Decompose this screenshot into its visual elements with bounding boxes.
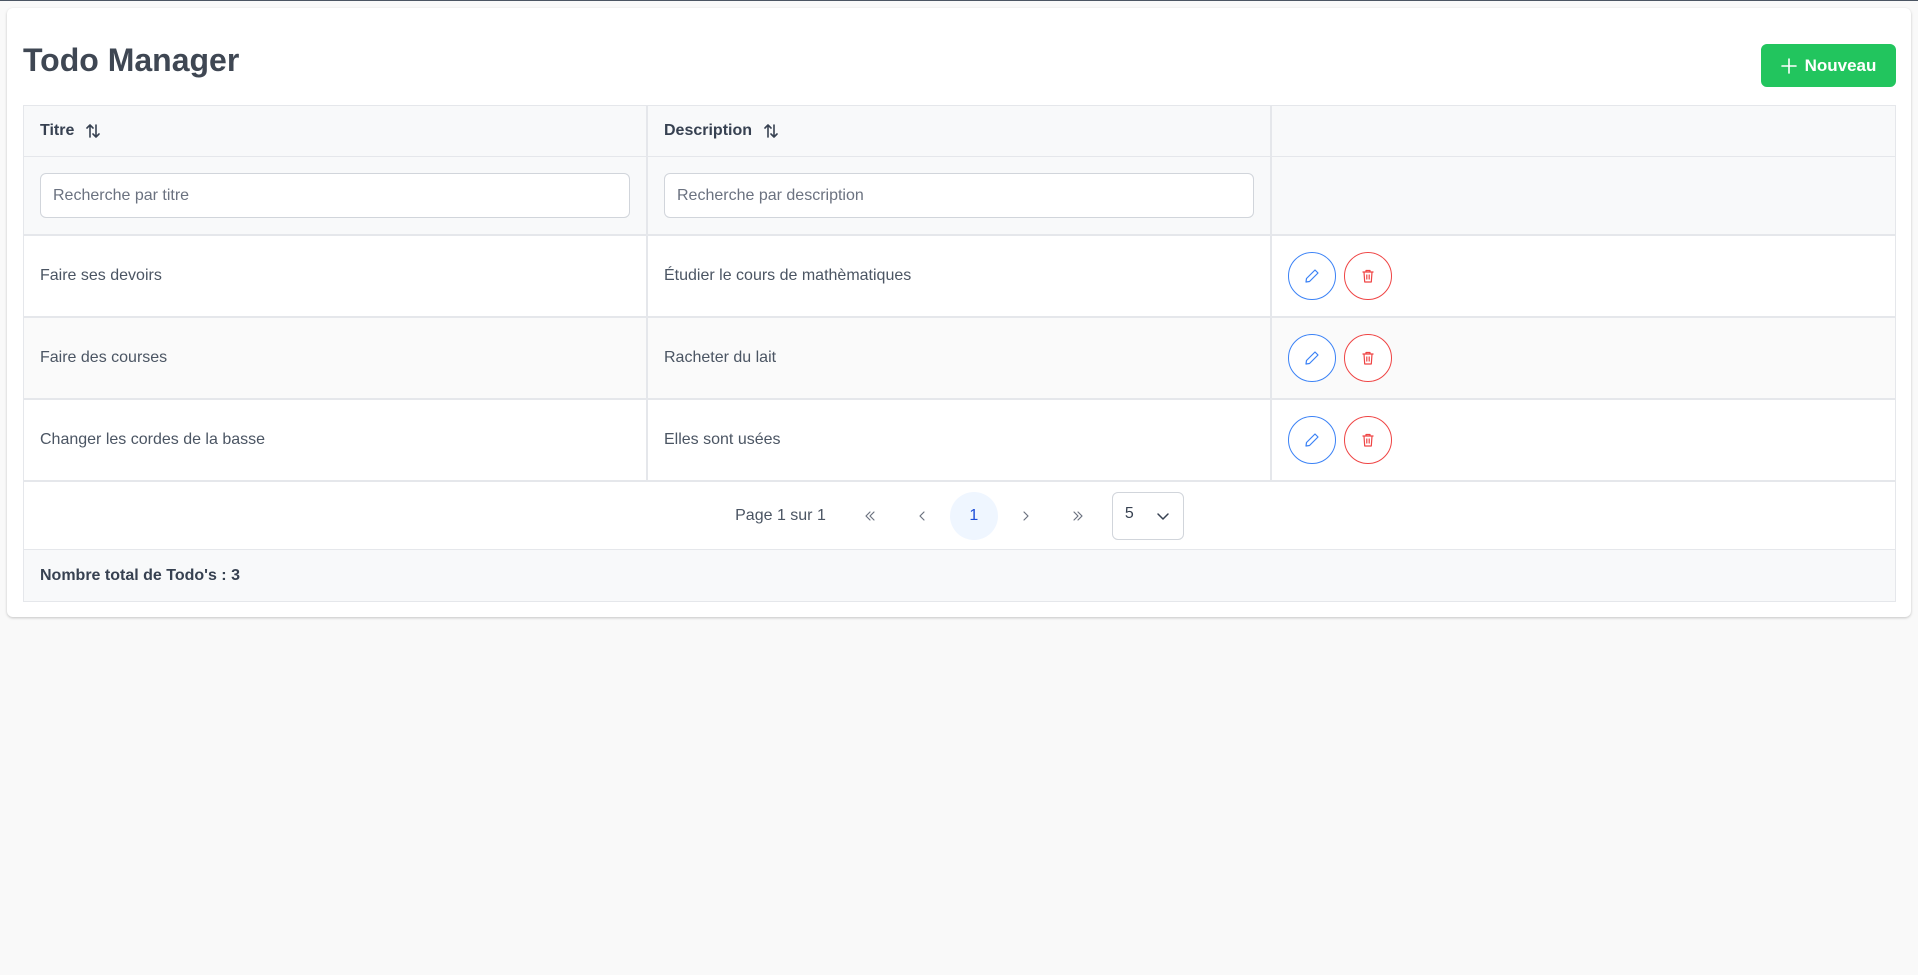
sort-icon[interactable] bbox=[84, 122, 102, 140]
edit-button[interactable] bbox=[1288, 252, 1336, 300]
last-page-button[interactable] bbox=[1054, 492, 1102, 540]
column-header-description-label: Description bbox=[664, 122, 753, 139]
chevron-left-icon bbox=[919, 510, 925, 521]
trash-icon bbox=[1362, 433, 1374, 447]
column-header-description[interactable]: Description bbox=[648, 106, 1272, 157]
next-page-button[interactable] bbox=[1002, 492, 1050, 540]
page-title: Todo Manager bbox=[23, 42, 240, 78]
double-chevron-left-icon bbox=[865, 510, 875, 521]
paginator: Page 1 sur 1 1 5 bbox=[24, 482, 1895, 550]
todo-title: Faire des courses bbox=[24, 318, 648, 400]
trash-icon bbox=[1362, 269, 1374, 283]
search-title-input[interactable] bbox=[40, 173, 630, 218]
search-description-input[interactable] bbox=[664, 173, 1254, 218]
filter-cell-actions bbox=[1272, 157, 1895, 236]
column-header-title[interactable]: Titre bbox=[24, 106, 648, 157]
double-chevron-right-icon bbox=[1073, 510, 1083, 521]
table-row: Faire des courses Racheter du lait bbox=[24, 318, 1895, 400]
first-page-button[interactable] bbox=[846, 492, 894, 540]
plus-icon bbox=[1780, 57, 1797, 74]
row-actions bbox=[1272, 400, 1895, 482]
previous-page-button[interactable] bbox=[898, 492, 946, 540]
column-header-actions bbox=[1272, 106, 1895, 157]
column-header-title-label: Titre bbox=[40, 122, 75, 139]
chevron-down-icon bbox=[1157, 512, 1169, 520]
table-footer: Nombre total de Todo's : 3 bbox=[24, 550, 1895, 601]
pencil-icon bbox=[1305, 351, 1319, 365]
pencil-icon bbox=[1305, 269, 1319, 283]
row-actions bbox=[1272, 236, 1895, 318]
top-border bbox=[0, 0, 1918, 1]
total-count: Nombre total de Todo's : 3 bbox=[40, 566, 240, 584]
todo-card: Todo Manager Nouveau Titre Description R… bbox=[7, 8, 1911, 617]
new-todo-button-label: Nouveau bbox=[1804, 55, 1877, 75]
table-row: Faire ses devoirs Étudier le cours de ma… bbox=[24, 236, 1895, 318]
table-row: Changer les cordes de la basse Elles son… bbox=[24, 400, 1895, 482]
table-header-row: Titre Description bbox=[24, 106, 1895, 157]
delete-button[interactable] bbox=[1344, 252, 1392, 300]
filter-cell-description bbox=[648, 157, 1272, 236]
edit-button[interactable] bbox=[1288, 334, 1336, 382]
delete-button[interactable] bbox=[1344, 416, 1392, 464]
filter-row bbox=[24, 157, 1895, 236]
delete-button[interactable] bbox=[1344, 334, 1392, 382]
todo-description: Elles sont usées bbox=[648, 400, 1272, 482]
filter-cell-title bbox=[24, 157, 648, 236]
page-report: Page 1 sur 1 bbox=[735, 506, 826, 524]
todo-table: Titre Description Faire ses devoirs Étud… bbox=[23, 105, 1896, 602]
trash-icon bbox=[1362, 351, 1374, 365]
todo-title: Faire ses devoirs bbox=[24, 236, 648, 318]
rows-per-page-value: 5 bbox=[1124, 504, 1134, 522]
pencil-icon bbox=[1305, 433, 1319, 447]
chevron-right-icon bbox=[1023, 510, 1029, 521]
page-button-current[interactable]: 1 bbox=[949, 491, 998, 540]
row-actions bbox=[1272, 318, 1895, 400]
todo-description: Étudier le cours de mathèmatiques bbox=[648, 236, 1272, 318]
sort-icon[interactable] bbox=[762, 122, 780, 140]
todo-description: Racheter du lait bbox=[648, 318, 1272, 400]
rows-per-page-dropdown[interactable]: 5 bbox=[1111, 491, 1184, 540]
todo-title: Changer les cordes de la basse bbox=[24, 400, 648, 482]
new-todo-button[interactable]: Nouveau bbox=[1761, 44, 1896, 87]
edit-button[interactable] bbox=[1288, 416, 1336, 464]
